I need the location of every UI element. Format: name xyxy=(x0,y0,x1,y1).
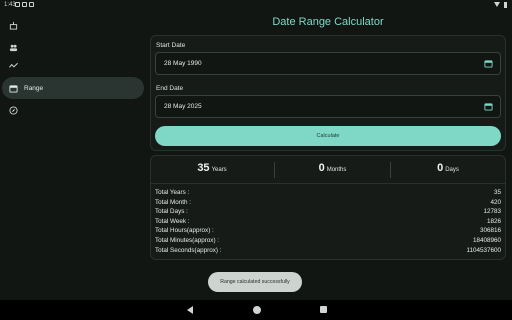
notification-icon xyxy=(22,2,27,7)
stat-label: Total Seconds(approx) : xyxy=(155,246,222,254)
end-date-value: 28 May 2025 xyxy=(164,103,202,110)
stat-row-total-minutes: Total Minutes(approx) : 18408960 xyxy=(155,237,501,247)
system-navbar xyxy=(0,300,512,320)
toast-message: Range calculated successfully xyxy=(208,272,302,292)
stat-value: 18408960 xyxy=(472,236,501,244)
calculate-button[interactable]: Calculate xyxy=(155,126,501,146)
start-date-field[interactable]: 28 May 1990 xyxy=(155,52,501,75)
years-value: 35 xyxy=(197,162,210,174)
stat-value: 1104537600 xyxy=(466,246,501,254)
months-value: 0 xyxy=(318,162,325,174)
sidebar: Range xyxy=(0,10,148,300)
stat-label: Total Week : xyxy=(155,217,190,225)
sidebar-item-timeline[interactable] xyxy=(2,54,144,76)
months-unit: Months xyxy=(326,167,347,173)
start-date-label: Start Date xyxy=(156,42,186,49)
people-icon xyxy=(8,42,18,52)
end-date-field[interactable]: 28 May 2025 xyxy=(155,95,501,118)
years-unit: Years xyxy=(211,167,227,173)
home-icon[interactable] xyxy=(253,306,261,314)
wifi-icon xyxy=(494,2,500,7)
calendar-icon[interactable] xyxy=(484,59,493,68)
stat-row-total-month: Total Month : 420 xyxy=(155,199,501,209)
recent-apps-icon[interactable] xyxy=(320,306,327,313)
sidebar-item-explore[interactable] xyxy=(2,99,144,121)
battery-icon xyxy=(504,2,507,8)
stat-value: 1826 xyxy=(486,217,501,225)
stat-row-total-seconds: Total Seconds(approx) : 1104537600 xyxy=(155,247,501,257)
notification-icons xyxy=(15,2,34,7)
calendar-icon[interactable] xyxy=(484,102,493,111)
stat-label: Total Month : xyxy=(155,198,192,206)
start-date-value: 28 May 1990 xyxy=(164,60,202,67)
stat-value: 420 xyxy=(490,198,501,206)
stat-label: Total Minutes(approx) : xyxy=(155,236,220,244)
notification-icon xyxy=(15,2,20,7)
compass-icon xyxy=(8,105,18,115)
days-unit: Days xyxy=(445,167,459,173)
stat-label: Total Hours(approx) : xyxy=(155,227,214,235)
stat-label: Total Years : xyxy=(155,189,190,196)
summary-days: 0 Days xyxy=(391,162,505,178)
summary-row: 35 Years 0 Months 0 Days xyxy=(151,156,505,184)
cake-icon xyxy=(8,20,18,30)
date-input-card: Start Date 28 May 1990 End Date 28 May 2… xyxy=(150,35,506,151)
results-card: 35 Years 0 Months 0 Days Total Years : 3… xyxy=(150,155,506,260)
end-date-label: End Date xyxy=(156,85,184,92)
summary-years: 35 Years xyxy=(151,162,273,178)
days-value: 0 xyxy=(437,162,444,174)
notification-icon xyxy=(29,2,34,7)
sidebar-item-range[interactable]: Range xyxy=(2,77,144,99)
stat-row-total-years: Total Years : 35 xyxy=(155,189,501,199)
page-title: Date Range Calculator xyxy=(272,16,384,28)
stat-label: Total Days : xyxy=(155,208,188,216)
sidebar-item-label: Range xyxy=(24,84,44,92)
stat-row-total-days: Total Days : 12783 xyxy=(155,208,501,218)
status-time: 1:43 xyxy=(4,2,16,8)
summary-months: 0 Months xyxy=(275,162,390,178)
stat-row-total-hours: Total Hours(approx) : 306816 xyxy=(155,227,501,237)
calendar-icon xyxy=(8,83,18,93)
stat-row-total-week: Total Week : 1826 xyxy=(155,218,501,228)
stat-value: 35 xyxy=(493,189,501,196)
status-bar: 1:43 xyxy=(0,0,512,10)
stats-list: Total Years : 35 Total Month : 420 Total… xyxy=(155,189,501,256)
back-icon[interactable] xyxy=(187,306,193,314)
timeline-icon xyxy=(8,60,18,70)
sidebar-item-age[interactable] xyxy=(2,14,144,36)
stat-value: 12783 xyxy=(483,208,501,216)
stat-value: 306816 xyxy=(479,227,501,235)
